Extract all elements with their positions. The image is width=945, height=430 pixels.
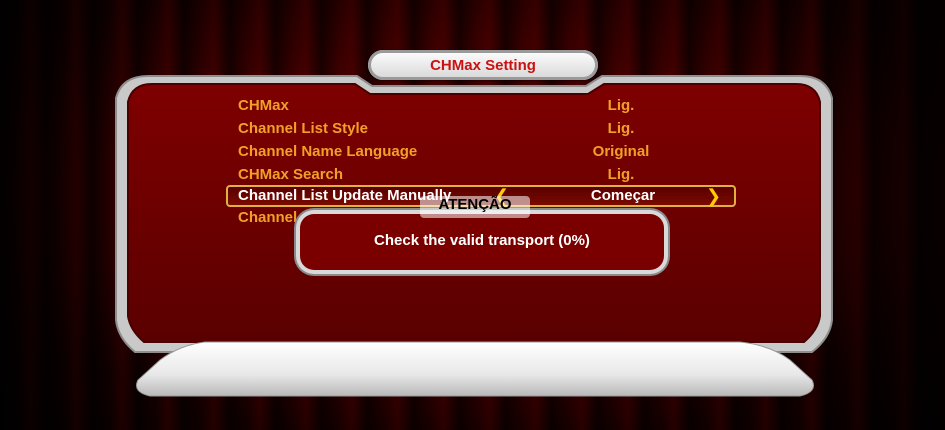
- menu-item-value: Lig.: [607, 166, 635, 183]
- menu-title-tab: CHMax Setting: [368, 50, 598, 80]
- dialog-title: ATENÇÃO: [420, 196, 530, 218]
- menu-item-value: Lig.: [607, 120, 635, 137]
- menu-item-value: Lig.: [607, 97, 635, 114]
- menu-item-channel-list-style[interactable]: Channel List Style Lig.: [226, 118, 736, 140]
- menu-item-label: CHMax: [238, 97, 289, 114]
- menu-item-value: Começar: [590, 187, 656, 204]
- menu-item-chmax-search[interactable]: CHMax Search Lig.: [226, 164, 736, 186]
- menu-title: CHMax Setting: [430, 56, 536, 74]
- tv-screen: CHMax Setting CHMax Lig. Channel List St…: [0, 0, 945, 430]
- menu-item-label: Channel List Style: [238, 120, 369, 137]
- attention-dialog: Check the valid transport (0%): [300, 214, 664, 270]
- chevron-right-icon[interactable]: ❯: [706, 186, 721, 207]
- menu-item-label: CHMax Search: [238, 166, 344, 183]
- dialog-message: Check the valid transport (0%): [374, 232, 590, 249]
- menu-item-value: Original: [592, 143, 650, 160]
- menu-item-channel-name-language[interactable]: Channel Name Language Original: [226, 141, 736, 163]
- menu-item-chmax[interactable]: CHMax Lig.: [226, 95, 736, 117]
- menu-item-label: Channel Name Language: [238, 143, 418, 160]
